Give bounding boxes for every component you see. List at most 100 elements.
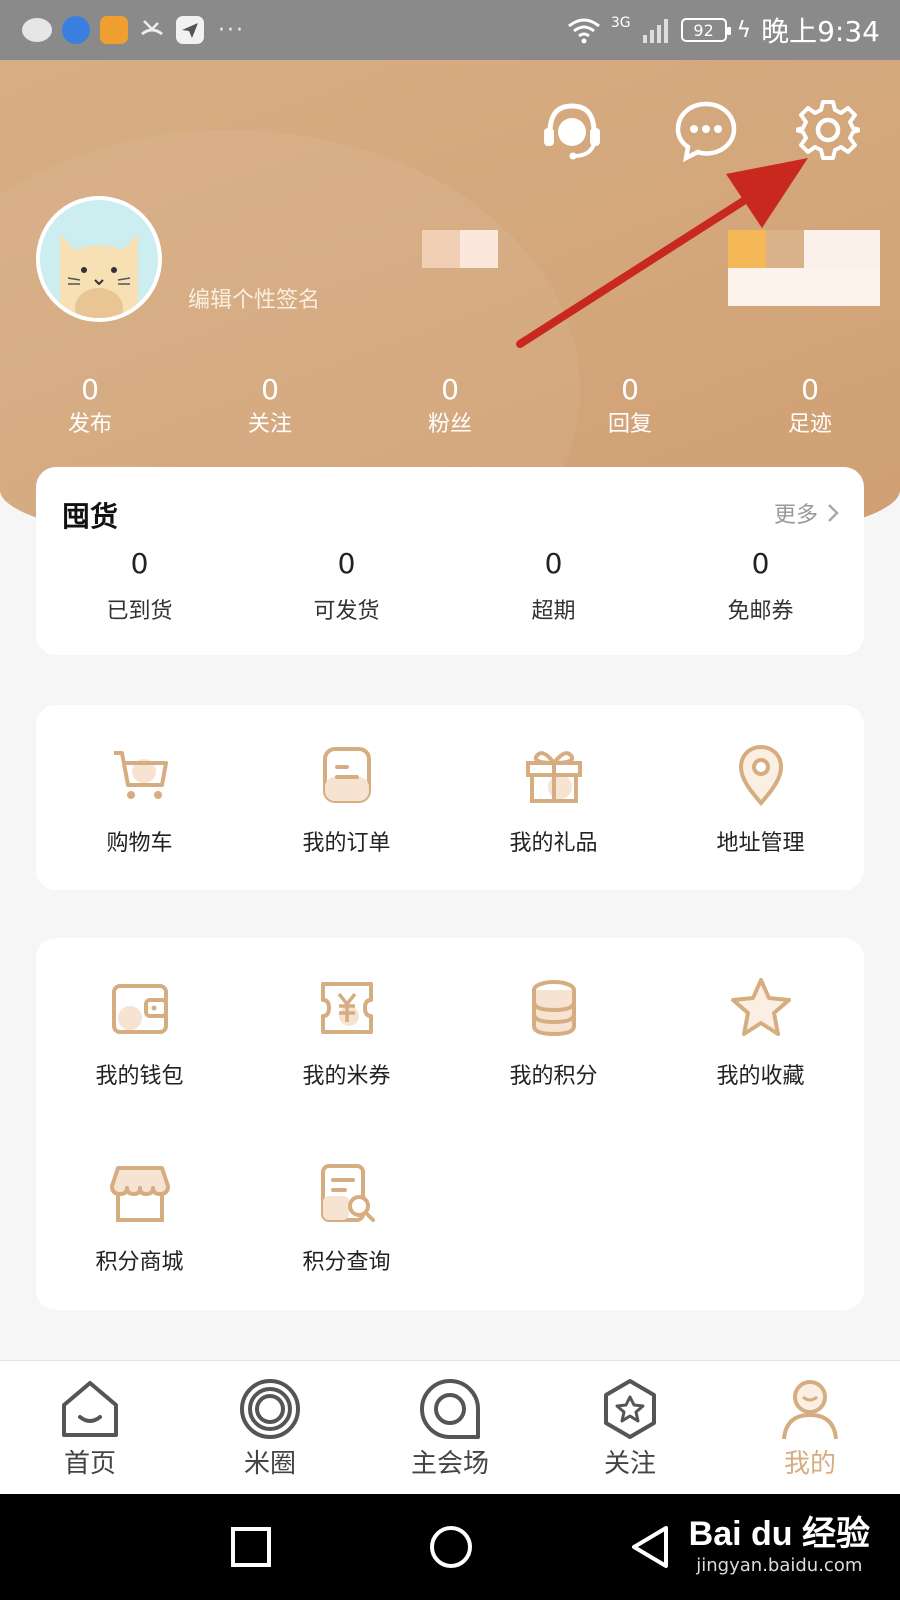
- tab-label: 我的: [783, 1449, 836, 1479]
- stat-label: 足迹: [787, 412, 832, 437]
- stat-label: 回复: [607, 412, 652, 437]
- gifts-button[interactable]: 我的礼品: [450, 705, 657, 891]
- venue-icon: [420, 1379, 480, 1439]
- stat-label: 发布: [67, 412, 112, 437]
- hoard-value: 0: [544, 547, 563, 580]
- stat-value: 0: [81, 373, 99, 406]
- stat-replies[interactable]: 0 回复: [540, 372, 720, 442]
- grid-label: 我的钱包: [95, 1064, 184, 1089]
- edit-signature-link[interactable]: 编辑个性签名: [188, 282, 320, 314]
- tab-main-venue[interactable]: 主会场: [360, 1361, 540, 1494]
- missed-call-icon: [138, 16, 166, 44]
- location-icon: [738, 744, 783, 807]
- customer-service-icon[interactable]: [540, 98, 604, 162]
- back-icon[interactable]: [628, 1524, 674, 1570]
- profile-icon: [782, 1380, 838, 1440]
- wifi-icon: [567, 18, 600, 44]
- coupon-icon: [320, 982, 373, 1034]
- services-card: 购物车 我的订单 我的礼品 地址管理: [36, 705, 864, 890]
- hoard-arrived[interactable]: 0 已到货: [36, 547, 243, 629]
- cart-button[interactable]: 购物车: [36, 705, 243, 891]
- hoard-label: 可发货: [313, 599, 380, 624]
- tab-follow[interactable]: 关注: [540, 1361, 720, 1494]
- stat-fans[interactable]: 0 粉丝: [360, 372, 540, 442]
- tab-label: 主会场: [410, 1449, 489, 1479]
- signal-icon: [642, 19, 668, 43]
- stat-posts[interactable]: 0 发布: [0, 372, 180, 442]
- recent-apps-icon[interactable]: [228, 1524, 274, 1570]
- wallet-button[interactable]: 我的钱包: [36, 938, 243, 1124]
- stat-label: 关注: [247, 412, 292, 437]
- coins-icon: [531, 980, 576, 1037]
- grid-label: 我的米券: [302, 1064, 391, 1089]
- bottom-tab-bar: 首页 米圈 主会场 关注 我的: [0, 1360, 900, 1494]
- hoard-title: 囤货: [62, 500, 119, 533]
- stat-footprints[interactable]: 0 足迹: [720, 372, 900, 442]
- points-mall-button[interactable]: 积分商城: [36, 1124, 243, 1310]
- orders-button[interactable]: 我的订单: [243, 705, 450, 891]
- send-notification-icon: [176, 16, 204, 44]
- browser-notification-icon: [62, 16, 90, 44]
- watermark-brand: Bai du 经验: [688, 1515, 870, 1553]
- points-button[interactable]: 我的积分: [450, 938, 657, 1124]
- grid-label: 我的收藏: [716, 1064, 805, 1089]
- profile-stats: 0 发布 0 关注 0 粉丝 0 回复 0 足迹: [0, 372, 900, 442]
- cat-avatar-icon: [60, 234, 138, 318]
- more-notifications-indicator: ···: [218, 17, 245, 43]
- stat-following[interactable]: 0 关注: [180, 372, 360, 442]
- battery-indicator: 92: [680, 18, 731, 42]
- favorites-button[interactable]: 我的收藏: [657, 938, 864, 1124]
- hoard-overdue[interactable]: 0 超期: [450, 547, 657, 629]
- home-nav-icon[interactable]: [428, 1524, 474, 1570]
- clock: 晚上9:34: [761, 15, 880, 48]
- stat-value: 0: [261, 373, 279, 406]
- charging-icon: ϟ: [736, 17, 752, 43]
- assets-card: 我的钱包 我的米券 我的积分 我的收藏 积分商城 积分查询: [36, 938, 864, 1310]
- rice-coupon-button[interactable]: 我的米券: [243, 938, 450, 1124]
- system-nav-bar: Bai du 经验 jingyan.baidu.com: [0, 1494, 900, 1600]
- tab-home[interactable]: 首页: [0, 1361, 180, 1494]
- username-redacted: [460, 230, 498, 268]
- watermark-url: jingyan.baidu.com: [696, 1555, 863, 1576]
- settings-icon[interactable]: [796, 98, 860, 162]
- tab-mine[interactable]: 我的: [720, 1361, 900, 1494]
- tab-label: 首页: [63, 1449, 116, 1479]
- grid-label: 地址管理: [716, 831, 805, 856]
- status-bar: ··· 3G 92 ϟ 晚上9:34: [0, 0, 900, 60]
- wallet-icon: [111, 984, 168, 1034]
- avatar[interactable]: [36, 196, 162, 322]
- hoard-value: 0: [130, 547, 149, 580]
- order-icon: [322, 747, 371, 803]
- hoard-shippable[interactable]: 0 可发货: [243, 547, 450, 629]
- circle-icon: [240, 1379, 300, 1439]
- hoard-more-link[interactable]: 更多: [774, 497, 840, 529]
- store-icon: [109, 1166, 170, 1222]
- hoard-label: 超期: [531, 599, 576, 624]
- more-label: 更多: [773, 503, 818, 528]
- points-query-button[interactable]: 积分查询: [243, 1124, 450, 1310]
- hoard-card: 囤货 更多 0 已到货 0 可发货 0 超期 0 免邮券: [36, 467, 864, 655]
- stat-value: 0: [801, 373, 819, 406]
- grid-label: 我的礼品: [509, 831, 598, 856]
- message-icon[interactable]: [674, 98, 738, 162]
- address-button[interactable]: 地址管理: [657, 705, 864, 891]
- package-notification-icon: [100, 16, 128, 44]
- hoard-label: 已到货: [106, 599, 173, 624]
- badge-redacted: [728, 268, 880, 306]
- tab-rice-circle[interactable]: 米圈: [180, 1361, 360, 1494]
- badge-redacted: [728, 230, 766, 268]
- hoard-label: 免邮券: [727, 599, 794, 624]
- grid-label: 积分商城: [95, 1250, 184, 1275]
- network-type: 3G: [610, 15, 631, 31]
- badge-redacted: [766, 230, 804, 268]
- home-icon: [62, 1381, 118, 1437]
- stat-value: 0: [441, 373, 459, 406]
- baidu-jingyan-watermark: Bai du 经验 jingyan.baidu.com: [689, 1506, 870, 1576]
- grid-label: 我的积分: [509, 1064, 598, 1089]
- username-redacted: [422, 230, 460, 268]
- stat-value: 0: [621, 373, 639, 406]
- chevron-right-icon: [828, 504, 839, 522]
- hoard-free-shipping-coupon[interactable]: 0 免邮券: [657, 547, 864, 629]
- badge-redacted: [804, 230, 880, 268]
- chat-notification-icon: [22, 18, 52, 42]
